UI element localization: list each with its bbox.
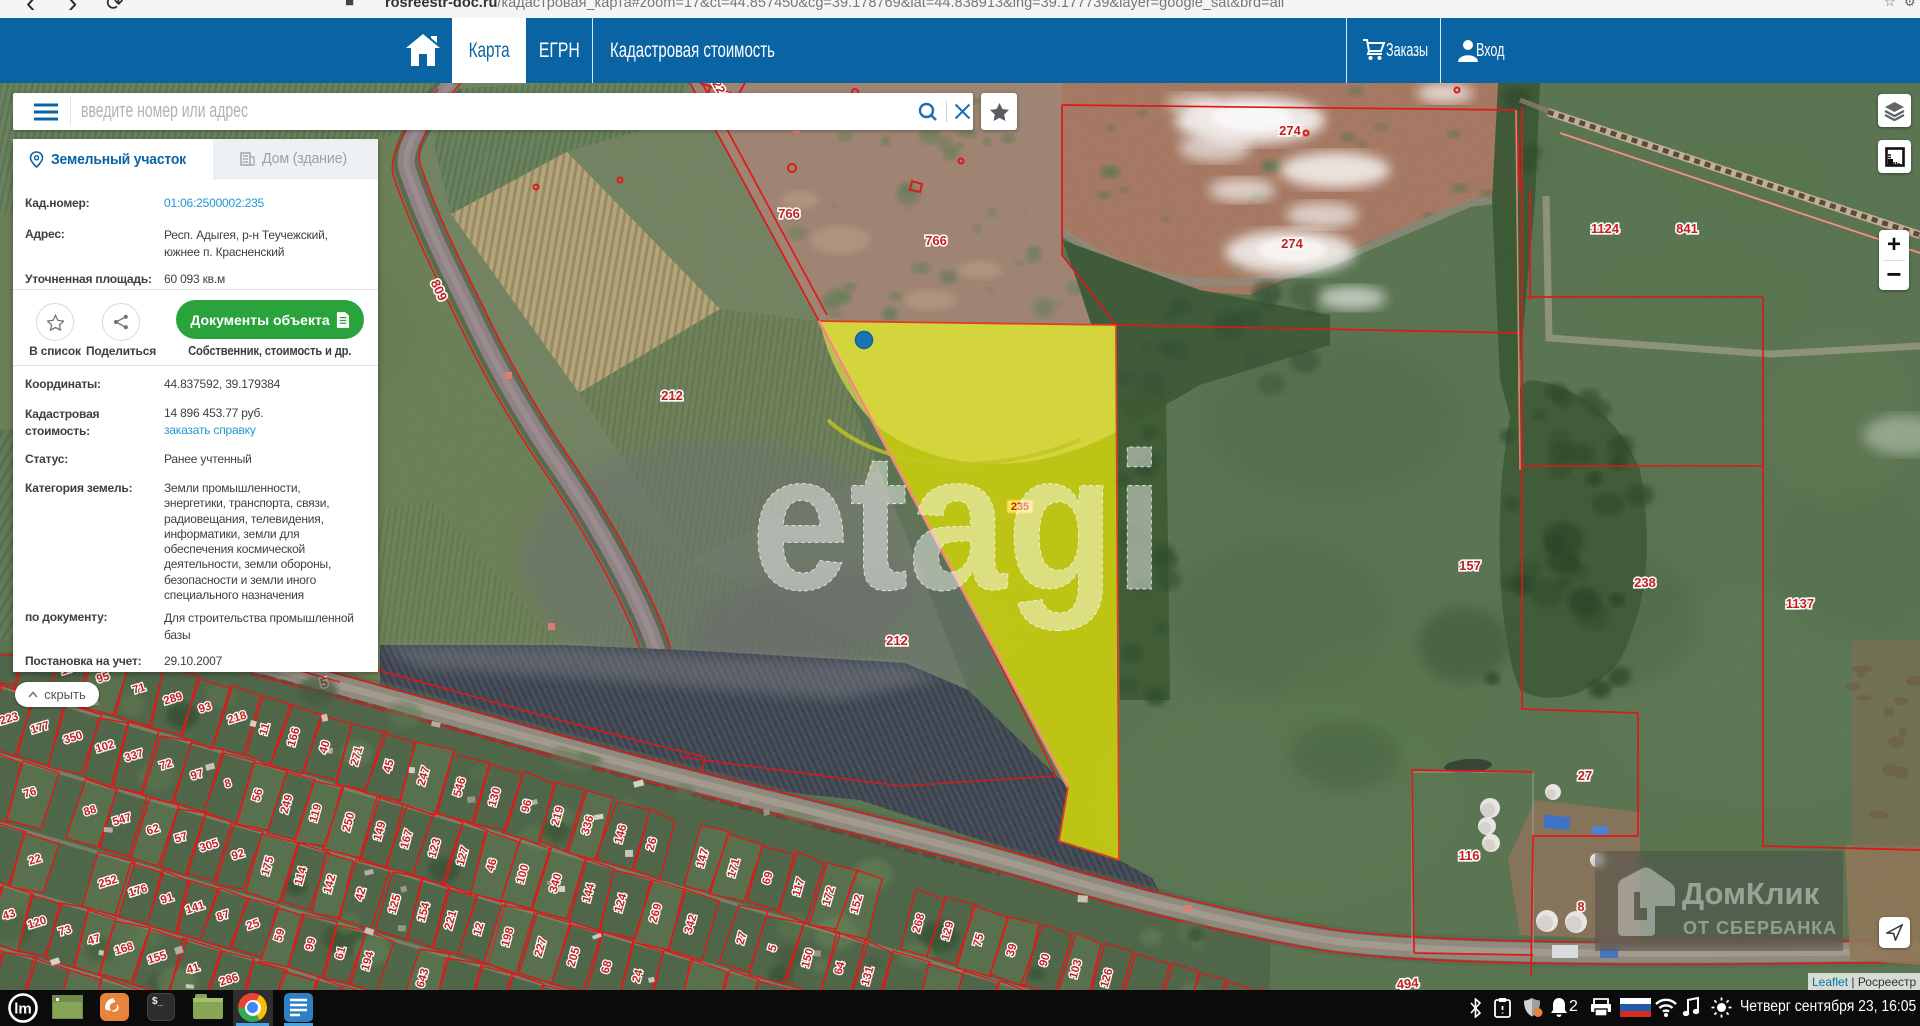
svg-text:lm: lm: [14, 1001, 32, 1018]
svg-text:etagi: etagi: [751, 412, 1164, 631]
